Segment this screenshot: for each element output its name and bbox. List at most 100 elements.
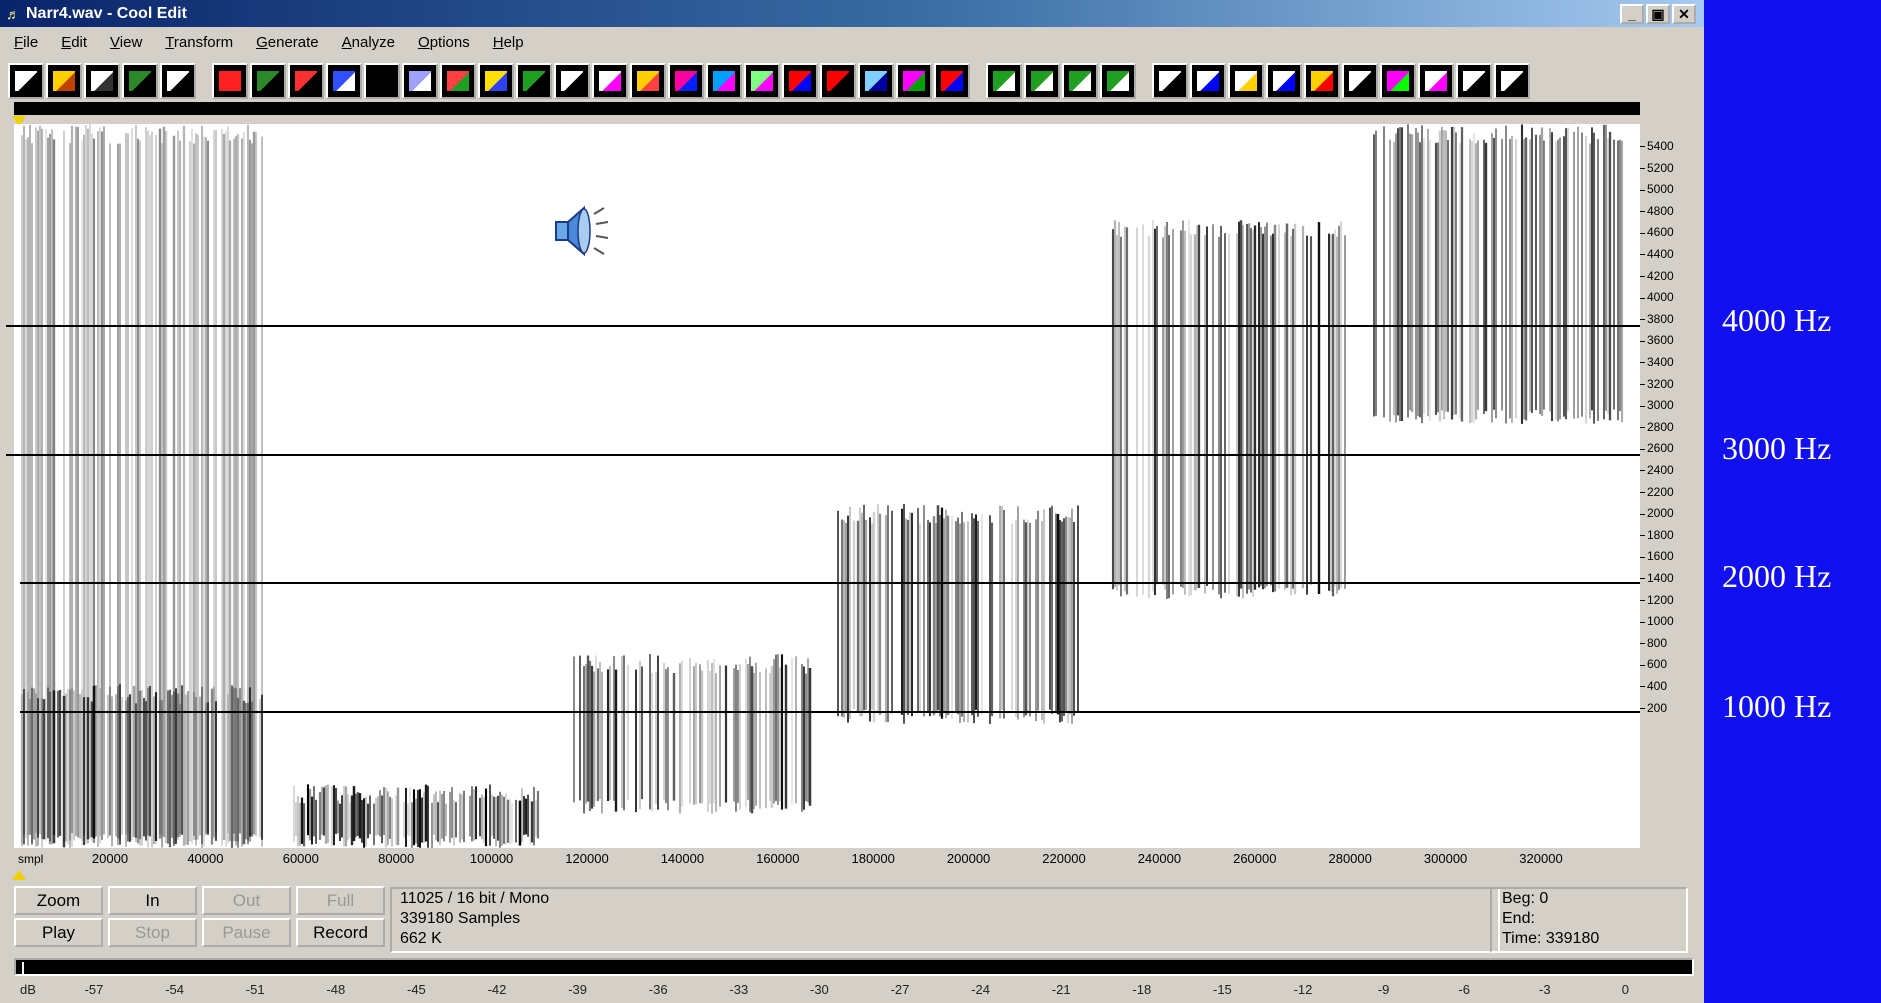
db-tick: -36 (648, 982, 668, 997)
zoom-full-button[interactable]: Full (296, 886, 385, 915)
menu-generate[interactable]: Generate (242, 34, 328, 51)
toolbar-button-39[interactable] (1494, 63, 1530, 99)
toolbar-icon-31 (1196, 70, 1220, 92)
zoom-in-button[interactable]: In (108, 886, 197, 915)
menu-analyze[interactable]: Analyze (328, 34, 404, 51)
toolbar-icon-25 (940, 70, 964, 92)
toolbar-button-31[interactable] (1190, 63, 1226, 99)
record-button[interactable]: Record (296, 918, 385, 947)
toolbar-button-19[interactable] (706, 63, 742, 99)
sample-tick: 260000 (1233, 851, 1277, 866)
toolbar-button-6[interactable] (212, 63, 248, 99)
menu-file[interactable]: File (0, 34, 47, 51)
toolbar-button-21[interactable] (782, 63, 818, 99)
toolbar-button-22[interactable] (820, 63, 856, 99)
toolbar-icon-34 (1310, 70, 1334, 92)
db-scale: dB -57 -54 -51 -48 -45 -42 -39 -36 -33 -30 -27 -24 -2… (14, 978, 1694, 1000)
overview-bar[interactable] (14, 102, 1640, 115)
menu-label-rest: ptions (429, 34, 470, 51)
zoom-out-button[interactable]: Out (202, 886, 291, 915)
toolbar-button-23[interactable] (858, 63, 894, 99)
db-tick: -51 (245, 982, 265, 997)
toolbar-button-11[interactable] (402, 63, 438, 99)
toolbar-button-9[interactable] (326, 63, 362, 99)
toolbar-button-29[interactable] (1100, 63, 1136, 99)
spectrogram-view[interactable] (14, 124, 1640, 848)
toolbar-button-5[interactable] (160, 63, 196, 99)
frequency-tick: 4800 (1640, 204, 1674, 218)
toolbar-icon-9 (332, 70, 356, 92)
menu-options[interactable]: Options (404, 34, 479, 51)
sample-tick: 40000 (187, 851, 224, 866)
toolbar-button-15[interactable] (554, 63, 590, 99)
frequency-tick: 4200 (1640, 269, 1674, 283)
toolbar-icon-10 (370, 70, 394, 92)
menu-label-rest: ile (23, 34, 39, 51)
app-icon: ♬ (6, 5, 20, 22)
toolbar-icon-5 (166, 70, 190, 92)
toolbar-button-34[interactable] (1304, 63, 1340, 99)
toolbar-button-28[interactable] (1062, 63, 1098, 99)
toolbar-icon-13 (484, 70, 508, 92)
db-tick: -39 (568, 982, 587, 997)
toolbar-icon-38 (1462, 70, 1486, 92)
toolbar-button-13[interactable] (478, 63, 514, 99)
sample-axis: smpl 20000 40000 60000 80000 100000 120000 140… (14, 848, 1640, 868)
cursor-marker[interactable] (12, 870, 26, 880)
db-tick: -57 (84, 982, 104, 997)
toolbar-button-10[interactable] (364, 63, 400, 99)
toolbar-button-17[interactable] (630, 63, 666, 99)
toolbar-icon-2 (52, 70, 76, 92)
toolbar-button-37[interactable] (1418, 63, 1454, 99)
maximize-button[interactable]: ▣ (1646, 4, 1670, 24)
menu-accelerator: O (418, 34, 430, 51)
toolbar-button-14[interactable] (516, 63, 552, 99)
frequency-tick: 200 (1640, 701, 1667, 715)
toolbar-button-24[interactable] (896, 63, 932, 99)
menu-help[interactable]: Help (479, 34, 533, 51)
minimize-button[interactable]: _ (1620, 4, 1644, 24)
menu-view[interactable]: View (96, 34, 151, 51)
toolbar-button-38[interactable] (1456, 63, 1492, 99)
toolbar-icon-23 (864, 70, 888, 92)
toolbar-icon-22 (826, 70, 850, 92)
toolbar-button-32[interactable] (1228, 63, 1264, 99)
zoom-label-button[interactable]: Zoom (14, 886, 103, 915)
close-button[interactable]: ✕ (1672, 4, 1696, 24)
toolbar-button-7[interactable] (250, 63, 286, 99)
pause-button[interactable]: Pause (202, 918, 291, 947)
window-controls: _ ▣ ✕ (1620, 4, 1696, 24)
toolbar-button-33[interactable] (1266, 63, 1302, 99)
toolbar-button-18[interactable] (668, 63, 704, 99)
toolbar-button-27[interactable] (1024, 63, 1060, 99)
toolbar-button-12[interactable] (440, 63, 476, 99)
db-tick: -9 (1377, 982, 1390, 997)
toolbar-icon-33 (1272, 70, 1296, 92)
frequency-tick: 400 (1640, 679, 1667, 693)
toolbar-icon-15 (560, 70, 584, 92)
toolbar-button-2[interactable] (46, 63, 82, 99)
menu-edit[interactable]: Edit (47, 34, 96, 51)
toolbar-button-8[interactable] (288, 63, 324, 99)
toolbar-button-4[interactable] (122, 63, 158, 99)
hz-label-4000: 4000 Hz (1722, 302, 1832, 338)
stop-button[interactable]: Stop (108, 918, 197, 947)
toolbar-icon-8 (294, 70, 318, 92)
toolbar-button-35[interactable] (1342, 63, 1378, 99)
hz-label-2000: 2000 Hz (1722, 558, 1832, 594)
menu-accelerator: F (14, 34, 24, 51)
toolbar-button-36[interactable] (1380, 63, 1416, 99)
toolbar-button-25[interactable] (934, 63, 970, 99)
play-button[interactable]: Play (14, 918, 103, 947)
toolbar-button-30[interactable] (1152, 63, 1188, 99)
menu-transform[interactable]: Transform (151, 34, 242, 51)
toolbar-button-1[interactable] (8, 63, 44, 99)
toolbar-button-26[interactable] (986, 63, 1022, 99)
toolbar-button-16[interactable] (592, 63, 628, 99)
toolbar-button-3[interactable] (84, 63, 120, 99)
toolbar-button-20[interactable] (744, 63, 780, 99)
menu-accelerator: T (165, 34, 174, 51)
frequency-tick: 4600 (1640, 225, 1674, 239)
toolbar-icon-19 (712, 70, 736, 92)
speaker-icon[interactable] (550, 200, 614, 264)
